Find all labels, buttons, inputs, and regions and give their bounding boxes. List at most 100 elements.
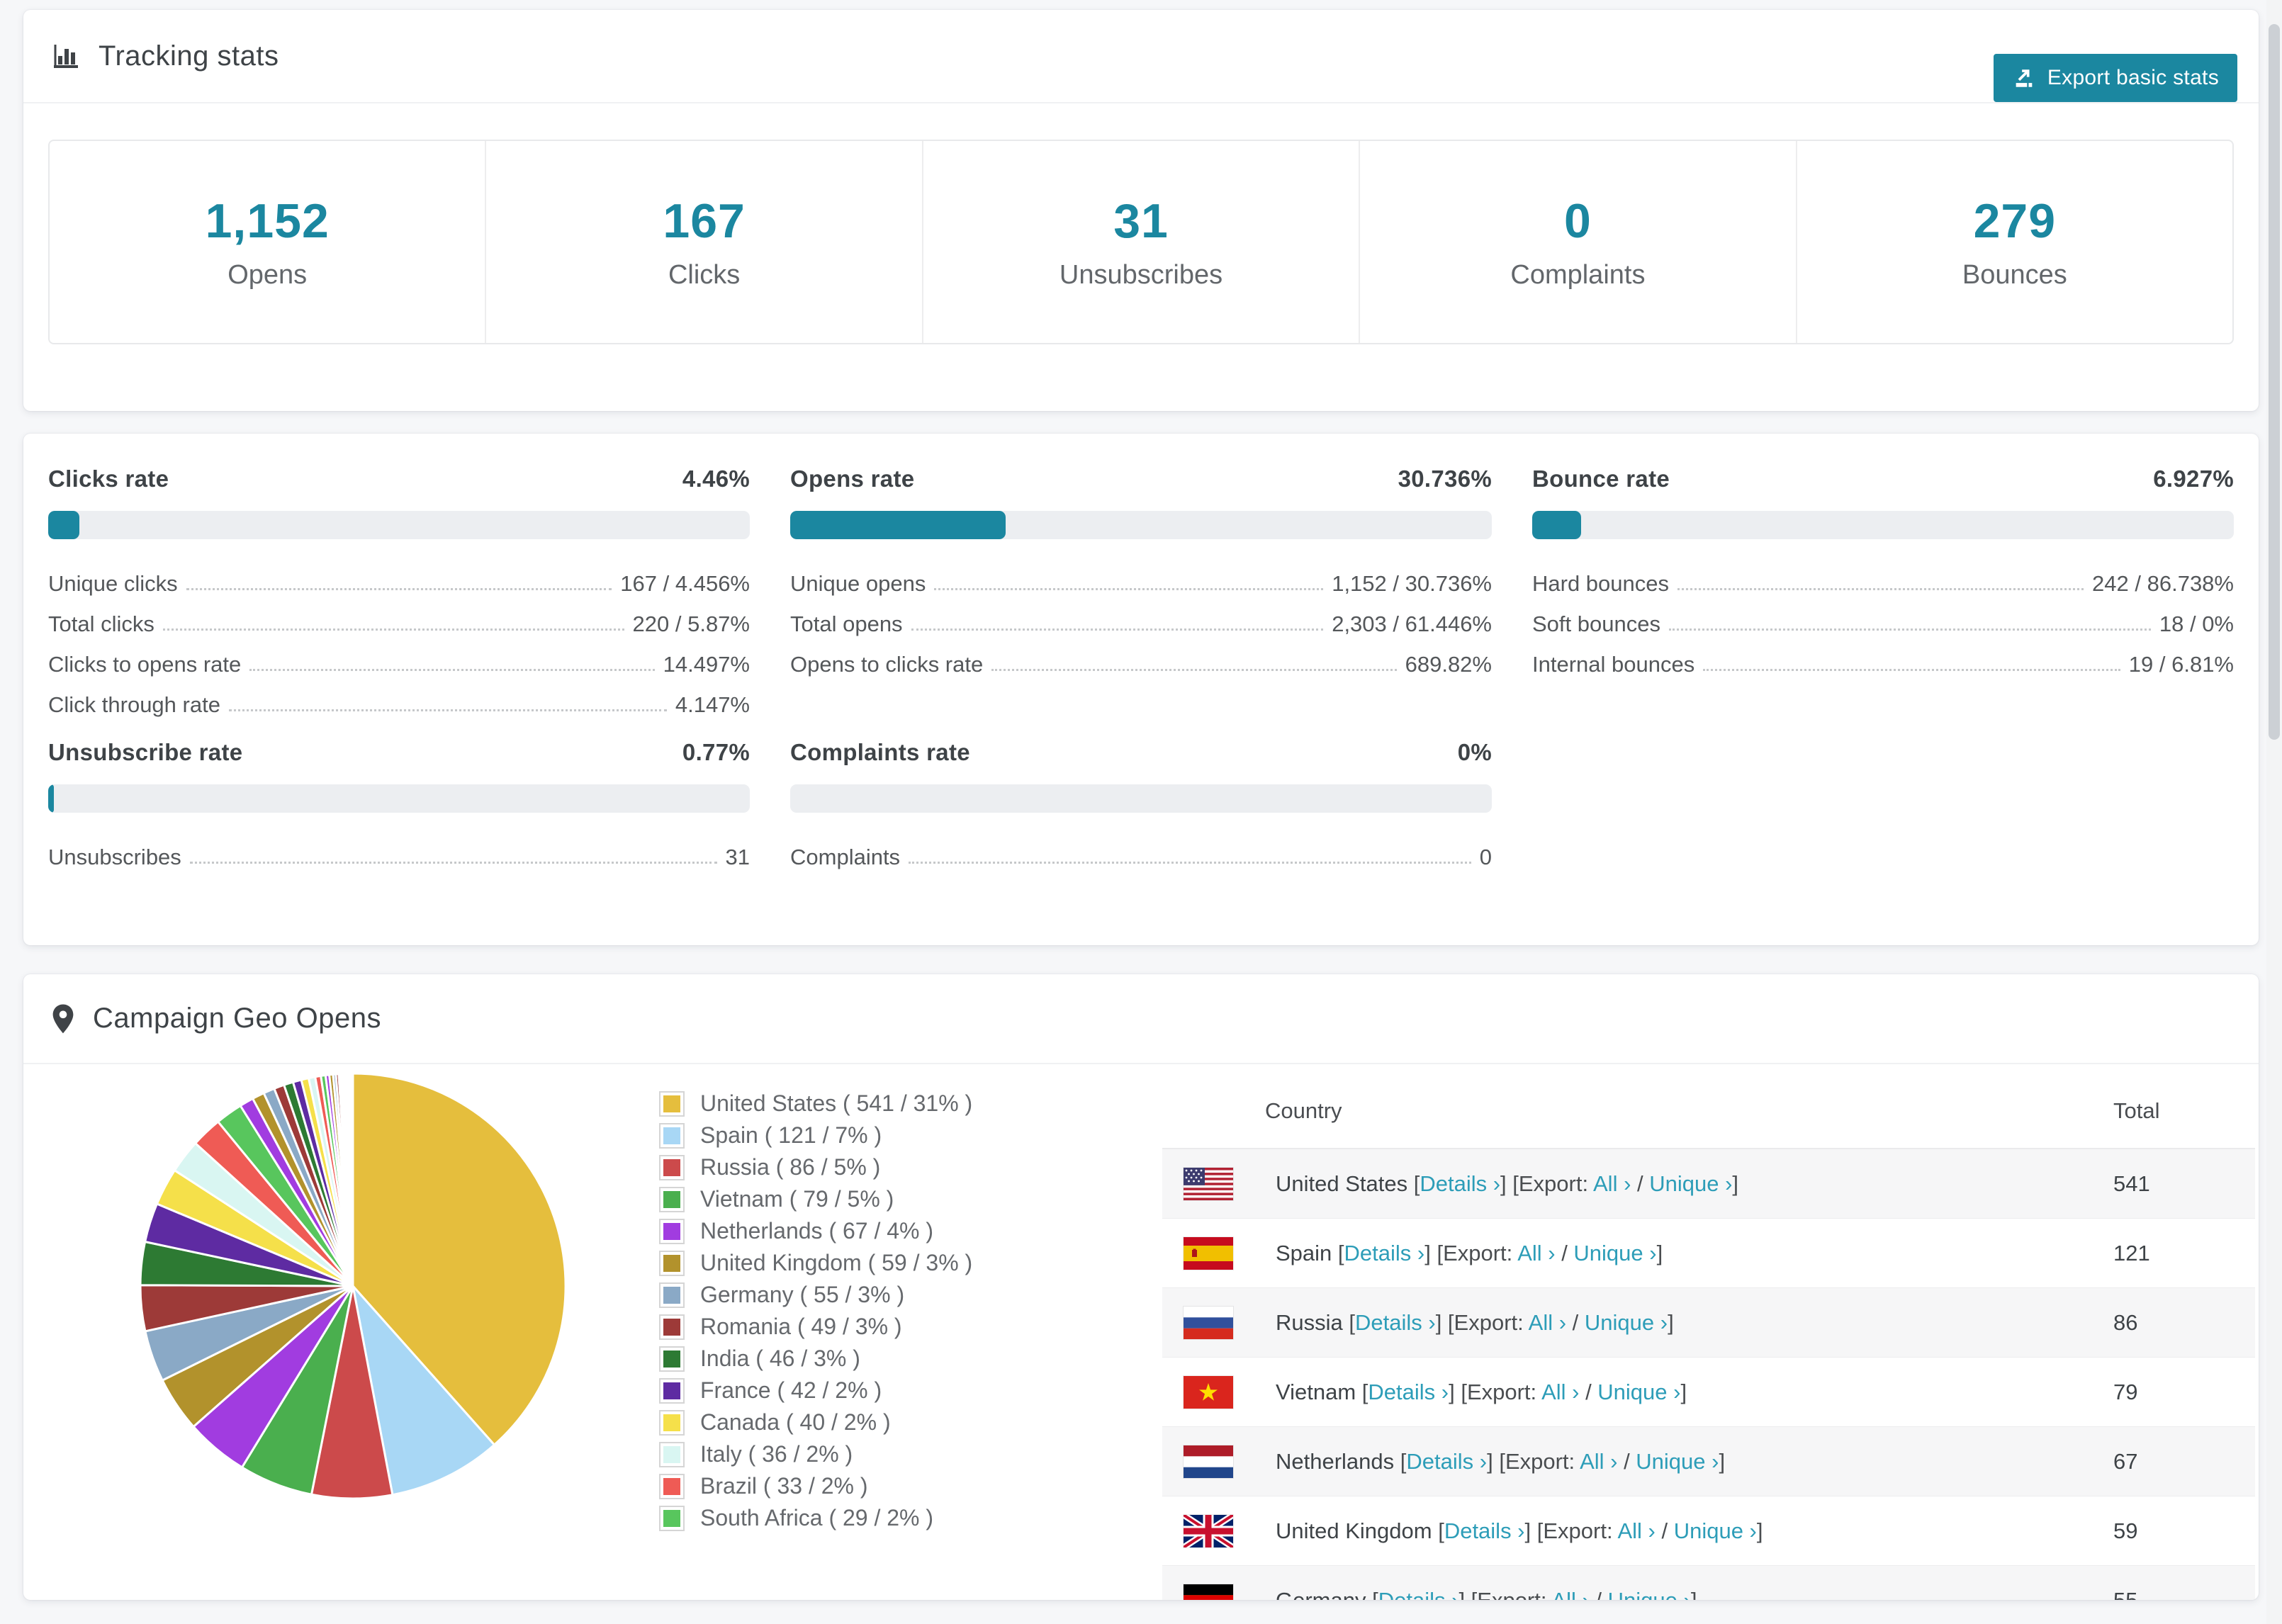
export-unique-link[interactable]: Unique › (1649, 1171, 1732, 1196)
country-name: Spain (1276, 1240, 1338, 1265)
country-cell: Russia [Details ›] [Export: All › / Uniq… (1276, 1310, 2113, 1336)
export-all-link[interactable]: All › (1551, 1588, 1589, 1601)
dotted-leader (189, 862, 717, 864)
legend-item: South Africa ( 29 / 2% ) (659, 1502, 972, 1534)
separator: / (1579, 1379, 1598, 1404)
geo-table-body: United States [Details ›] [Export: All ›… (1162, 1149, 2255, 1600)
legend-swatch (659, 1346, 685, 1372)
tracking-stats-page: { "page": { "background": "#f6f7f9", "ac… (0, 0, 2282, 1624)
table-row: Netherlands [Details ›] [Export: All › /… (1162, 1427, 2255, 1496)
legend-item: Brazil ( 33 / 2% ) (659, 1470, 972, 1502)
rate-progress-fill (790, 511, 1006, 539)
details-link[interactable]: Details › (1368, 1380, 1449, 1404)
dotted-leader (911, 628, 1324, 631)
rate-row-value: 167 / 4.456% (620, 571, 750, 596)
legend-swatch-color (663, 1095, 680, 1112)
separator: / (1589, 1587, 1608, 1601)
rate-row-label: Total clicks (48, 611, 154, 636)
rate-row-label: Total opens (790, 611, 903, 636)
rate-detail-rows: Complaints 0 (790, 830, 1492, 870)
rate-row-value: 4.147% (675, 692, 750, 717)
legend-item: Russia ( 86 / 5% ) (659, 1151, 972, 1183)
export-unique-link[interactable]: Unique › (1608, 1588, 1691, 1601)
rate-title: Bounce rate (1532, 466, 1670, 492)
export-all-link[interactable]: All › (1580, 1449, 1617, 1474)
export-all-link[interactable]: All › (1529, 1310, 1566, 1335)
legend-swatch (659, 1090, 685, 1117)
details-link[interactable]: Details › (1406, 1449, 1487, 1474)
clicks-count: 167 (663, 194, 746, 248)
rate-progress-bar (1532, 511, 2234, 539)
summary-box-unsubscribes: 31 Unsubscribes (923, 141, 1361, 343)
page-title: Tracking stats (99, 40, 279, 72)
details-link[interactable]: Details › (1378, 1588, 1459, 1601)
vertical-scrollbar-thumb[interactable] (2269, 24, 2280, 740)
details-link[interactable]: Details › (1355, 1310, 1436, 1335)
country-name: United States (1276, 1171, 1414, 1196)
table-row: Russia [Details ›] [Export: All › / Uniq… (1162, 1288, 2255, 1358)
legend-item: India ( 46 / 3% ) (659, 1343, 972, 1375)
country-name: United Kingdom (1276, 1518, 1439, 1543)
dotted-leader (909, 862, 1471, 864)
rates-card: Clicks rate 4.46% Unique clicks 167 / 4.456… (23, 434, 2259, 945)
bracket: [ (1337, 1240, 1344, 1265)
legend-item: United Kingdom ( 59 / 3% ) (659, 1247, 972, 1279)
legend-swatch-color (663, 1509, 680, 1527)
legend-swatch-color (663, 1414, 680, 1431)
country-name: Vietnam (1276, 1379, 1362, 1404)
export-unique-link[interactable]: Unique › (1585, 1310, 1668, 1335)
legend-label: South Africa ( 29 / 2% ) (700, 1505, 934, 1530)
bracket: ] [Export: (1500, 1171, 1593, 1196)
legend-swatch-color (663, 1127, 680, 1144)
rate-row-label: Unsubscribes (48, 845, 181, 869)
bracket: ] (1680, 1379, 1687, 1404)
export-unique-link[interactable]: Unique › (1636, 1449, 1719, 1474)
export-all-link[interactable]: All › (1517, 1241, 1555, 1265)
export-unique-link[interactable]: Unique › (1573, 1241, 1656, 1265)
rate-progress-fill (48, 784, 54, 813)
export-all-link[interactable]: All › (1617, 1518, 1655, 1543)
country-cell: United States [Details ›] [Export: All ›… (1276, 1171, 2113, 1197)
dotted-leader (1668, 628, 2151, 631)
rate-title: Opens rate (790, 466, 915, 492)
rate-detail-rows: Unique opens 1,152 / 30.736% Total opens 2,… (790, 556, 1492, 677)
opens-count: 1,152 (205, 194, 330, 248)
complaints-count: 0 (1564, 194, 1592, 248)
details-link[interactable]: Details › (1420, 1171, 1500, 1196)
summary-box-bounces: 279 Bounces (1797, 141, 2232, 343)
vertical-scrollbar-track[interactable] (2266, 0, 2282, 1624)
rate-block-clicks-rate: Clicks rate 4.46% Unique clicks 167 / 4.456… (48, 466, 750, 718)
rate-value: 6.927% (2153, 466, 2234, 492)
legend-swatch (659, 1473, 685, 1499)
rate-row-label: Internal bounces (1532, 652, 1695, 677)
export-basic-stats-button[interactable]: Export basic stats (1993, 54, 2237, 102)
dotted-leader (249, 669, 655, 671)
bracket: ] (1668, 1309, 1674, 1335)
flag-es-icon (1184, 1236, 1233, 1270)
export-all-link[interactable]: All › (1541, 1380, 1579, 1404)
rate-row-label: Clicks to opens rate (48, 652, 242, 677)
export-unique-link[interactable]: Unique › (1674, 1518, 1757, 1543)
rate-detail-rows: Hard bounces 242 / 86.738% Soft bounces 18 … (1532, 556, 2234, 677)
details-link[interactable]: Details › (1444, 1518, 1525, 1543)
rate-row-label: Unique clicks (48, 571, 178, 596)
flag-vn-icon (1184, 1375, 1233, 1409)
country-total: 67 (2113, 1448, 2138, 1474)
rate-row-label: Hard bounces (1532, 571, 1670, 596)
legend-item: France ( 42 / 2% ) (659, 1375, 972, 1406)
export-all-link[interactable]: All › (1593, 1171, 1631, 1196)
export-unique-link[interactable]: Unique › (1597, 1380, 1680, 1404)
details-link[interactable]: Details › (1344, 1241, 1425, 1265)
rate-row-label: Complaints (790, 845, 901, 869)
table-row: Vietnam [Details ›] [Export: All › / Uni… (1162, 1358, 2255, 1427)
dotted-leader (1703, 669, 2120, 671)
legend-label: United Kingdom ( 59 / 3% ) (700, 1250, 973, 1275)
summary-stats-row: 1,152 Opens 167 Clicks 31 Unsubscribes 0… (48, 140, 2234, 344)
legend-swatch (659, 1441, 685, 1467)
rate-progress-fill (1532, 511, 1581, 539)
legend-item: Vietnam ( 79 / 5% ) (659, 1183, 972, 1215)
rate-block-bounce-rate: Bounce rate 6.927% Hard bounces 242 / 86.73… (1532, 466, 2234, 718)
rate-detail-row: Soft bounces 18 / 0% (1532, 597, 2234, 637)
bracket: ] [Export: (1435, 1309, 1529, 1335)
bracket: ] [Export: (1487, 1448, 1580, 1474)
